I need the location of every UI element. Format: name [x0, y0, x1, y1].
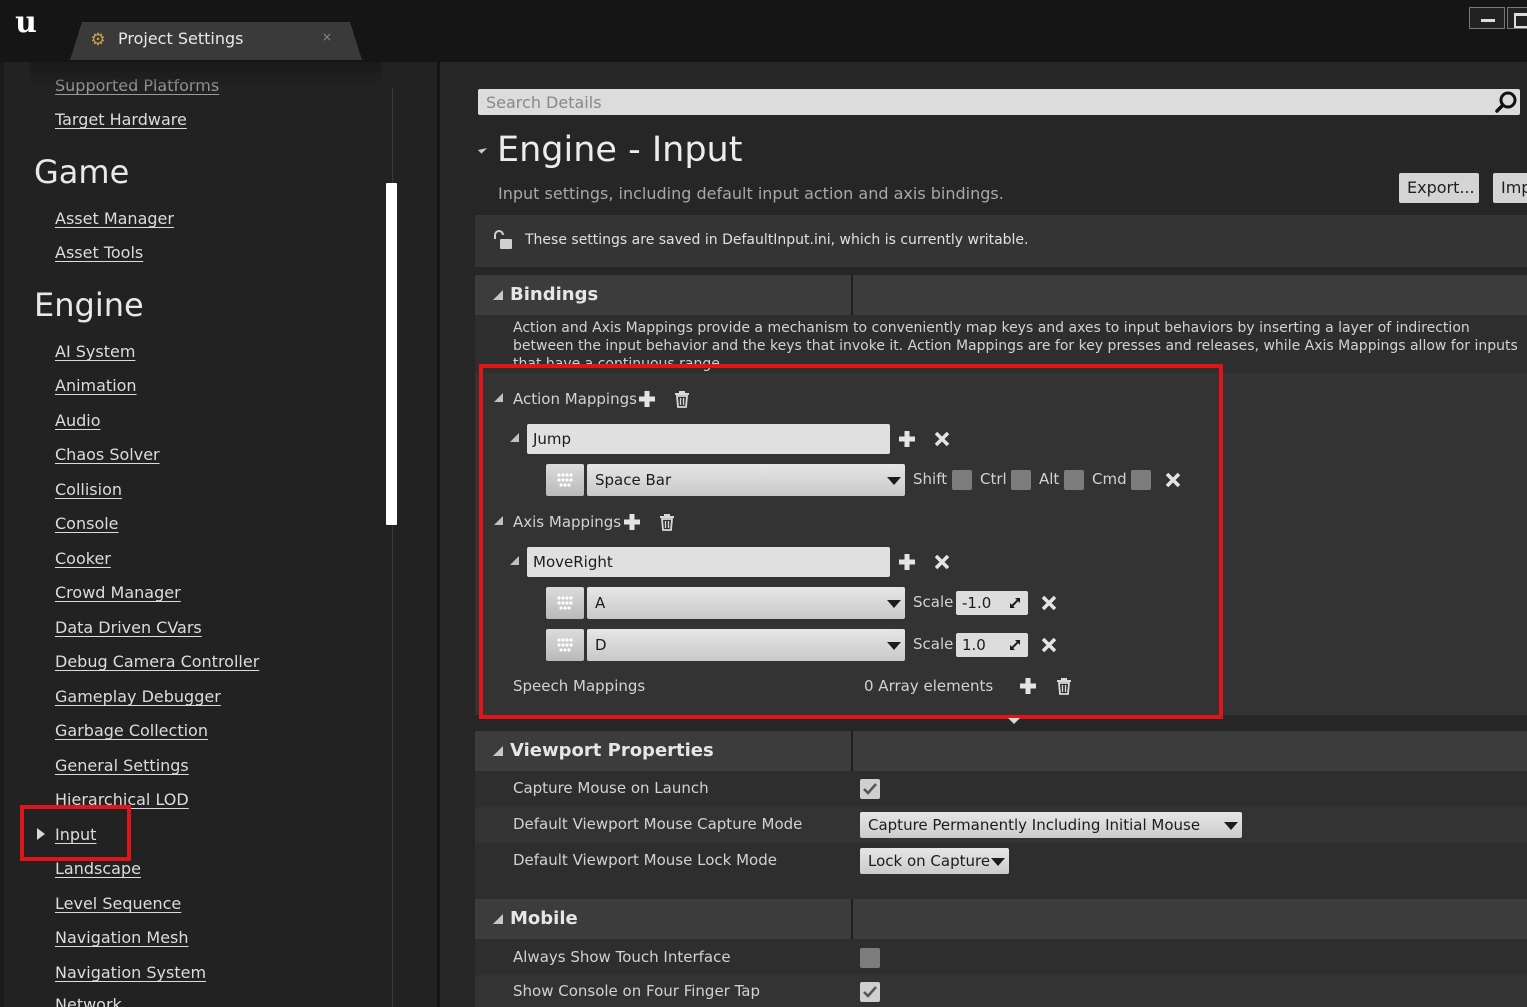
sidebar-category-game: Game: [34, 153, 130, 191]
import-button[interactable]: Imp: [1493, 173, 1527, 203]
sidebar-item-crowd-manager[interactable]: Crowd Manager: [55, 583, 181, 602]
input-highlight-box: [20, 805, 131, 861]
sidebar-item-cooker[interactable]: Cooker: [55, 549, 111, 568]
search-placeholder: Search Details: [486, 93, 602, 112]
four-finger-label: Show Console on Four Finger Tap: [513, 982, 761, 1000]
sidebar-item-audio[interactable]: Audio: [55, 411, 100, 430]
sidebar-item-target-hardware[interactable]: Target Hardware: [55, 110, 187, 129]
page-description: Input settings, including default input …: [498, 184, 1004, 203]
search-input[interactable]: [478, 89, 1520, 115]
export-button[interactable]: Export...: [1399, 173, 1479, 203]
sidebar-item-landscape[interactable]: Landscape: [55, 859, 141, 878]
tab-title: Project Settings: [118, 29, 244, 48]
tab-close-icon[interactable]: ×: [322, 30, 332, 44]
capture-mouse-label: Capture Mouse on Launch: [513, 779, 709, 797]
search-icon[interactable]: [1494, 90, 1518, 114]
sidebar-scrollbar[interactable]: [386, 183, 397, 525]
settings-gear-icon: ⚙: [90, 30, 106, 50]
chevron-down-icon: [991, 858, 1005, 866]
capture-mouse-checkbox[interactable]: [860, 779, 880, 799]
mobile-title: Mobile: [510, 908, 578, 929]
sidebar-category-engine: Engine: [34, 286, 144, 324]
sidebar-item-gameplay-debugger[interactable]: Gameplay Debugger: [55, 687, 221, 706]
viewport-title: Viewport Properties: [510, 740, 714, 761]
sidebar-item-navigation-system[interactable]: Navigation System: [55, 963, 206, 982]
bindings-highlight-box: [479, 364, 1223, 719]
touch-interface-checkbox[interactable]: [860, 948, 880, 968]
unlocked-icon: [494, 230, 512, 249]
config-info-text: These settings are saved in DefaultInput…: [525, 232, 1029, 248]
sidebar-item-data-driven-cvars[interactable]: Data Driven CVars: [55, 618, 202, 637]
sidebar-item-asset-tools[interactable]: Asset Tools: [55, 243, 143, 262]
bindings-title: Bindings: [510, 284, 599, 305]
collapse-viewport-icon[interactable]: [493, 746, 503, 756]
sidebar-item-general-settings[interactable]: General Settings: [55, 756, 189, 775]
advanced-expand-icon[interactable]: [1008, 718, 1020, 724]
page-title: Engine - Input: [497, 130, 743, 170]
maximize-button[interactable]: [1507, 7, 1527, 29]
sidebar-item-level-sequence[interactable]: Level Sequence: [55, 894, 181, 913]
sidebar-item-network[interactable]: Network: [55, 995, 122, 1007]
sidebar-item-navigation-mesh[interactable]: Navigation Mesh: [55, 928, 189, 947]
sidebar-item-collision[interactable]: Collision: [55, 480, 122, 499]
bindings-category-header[interactable]: [475, 275, 1527, 315]
unreal-logo-icon: u: [15, 5, 37, 40]
capture-mode-label: Default Viewport Mouse Capture Mode: [513, 815, 803, 833]
mobile-category-header[interactable]: [475, 899, 1527, 939]
lock-mode-dropdown[interactable]: Lock on Capture: [860, 848, 1009, 874]
minimize-button[interactable]: [1469, 7, 1505, 29]
sidebar-item-asset-manager[interactable]: Asset Manager: [55, 209, 174, 228]
sidebar-item-ai-system[interactable]: AI System: [55, 342, 135, 361]
lock-mode-value: Lock on Capture: [868, 852, 991, 870]
chevron-down-icon: [1224, 822, 1238, 830]
sidebar-item-garbage-collection[interactable]: Garbage Collection: [55, 721, 208, 740]
sidebar-item-chaos-solver[interactable]: Chaos Solver: [55, 445, 160, 464]
sidebar-item-debug-camera-controller[interactable]: Debug Camera Controller: [55, 652, 259, 671]
sidebar-item-animation[interactable]: Animation: [55, 376, 137, 395]
sidebar-top-fade: [30, 62, 382, 88]
touch-interface-label: Always Show Touch Interface: [513, 948, 731, 966]
sidebar-item-console[interactable]: Console: [55, 514, 119, 533]
collapse-mobile-icon[interactable]: [493, 914, 503, 924]
collapse-bindings-icon[interactable]: [493, 290, 503, 300]
capture-mode-dropdown[interactable]: Capture Permanently Including Initial Mo…: [860, 812, 1242, 860]
lock-mode-label: Default Viewport Mouse Lock Mode: [513, 851, 777, 869]
four-finger-checkbox[interactable]: [860, 982, 880, 1002]
